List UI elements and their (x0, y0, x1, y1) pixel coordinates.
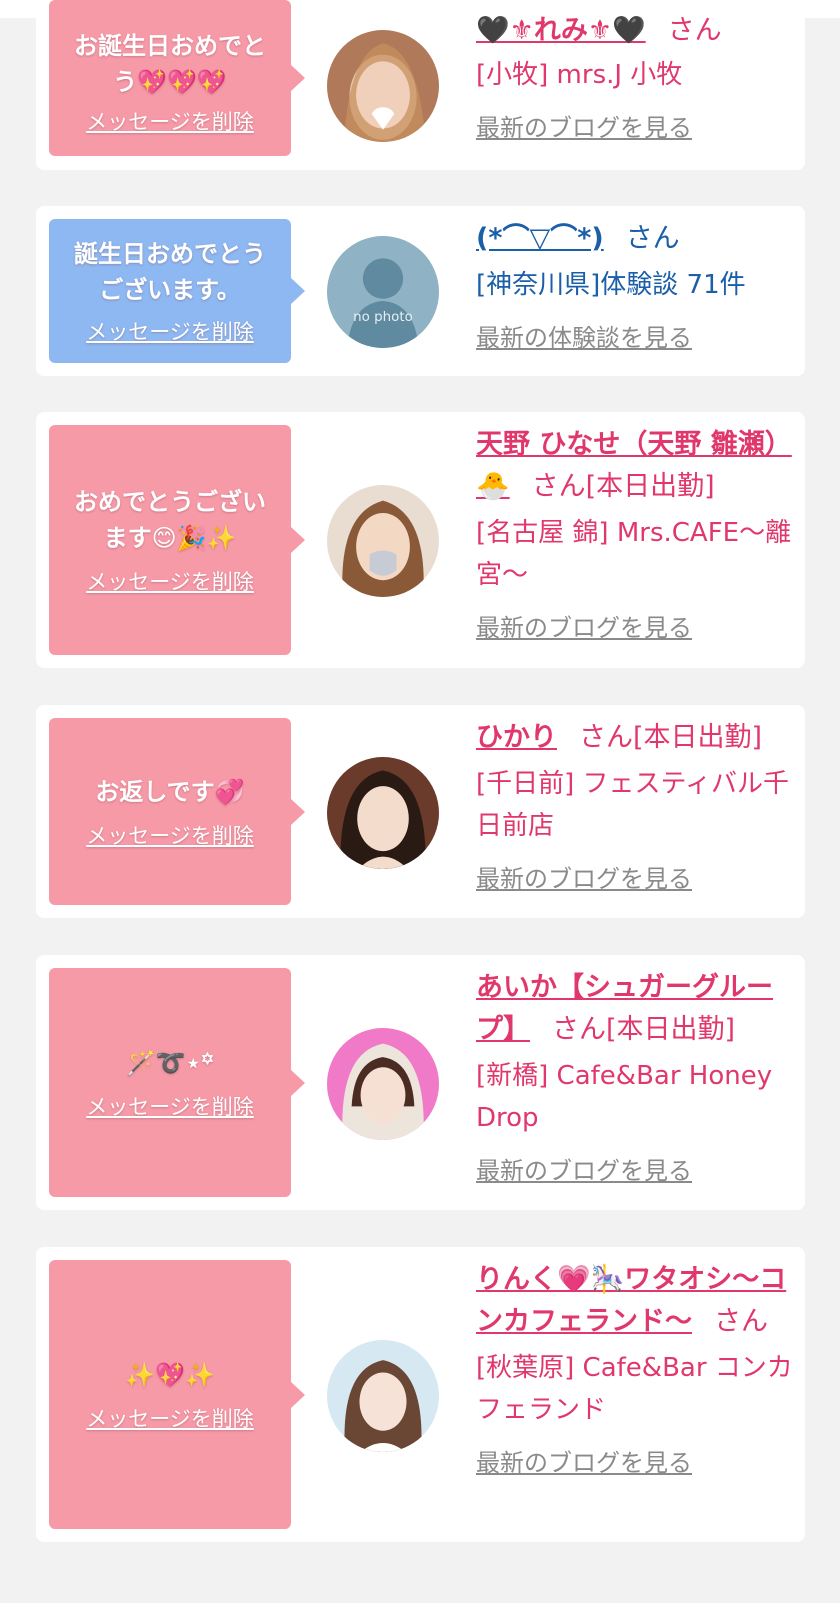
user-info: (*⌒▽⌒*) さん [神奈川県]体験談 71件 最新の体験談を見る (476, 218, 796, 353)
latest-blog-link[interactable]: 最新のブログを見る (476, 1151, 692, 1186)
user-name-line: あいか【シュガーグループ】 さん[本日出勤] (476, 967, 796, 1051)
shop-info: [小牧] mrs.J 小牧 (476, 60, 683, 90)
user-name-line: りんく💗🎠ワタオシ〜コンカフェランド〜 さん (476, 1259, 796, 1343)
user-info: 天野 ひなせ（天野 雛瀬）🐣 さん[本日出勤] [名古屋 錦] Mrs.CAFE〜… (476, 424, 796, 643)
user-name-link[interactable]: ひかり (476, 722, 557, 753)
honorific: さん (714, 1306, 768, 1337)
no-photo-label: no photo (353, 310, 413, 325)
user-name-line: 天野 ひなせ（天野 雛瀬）🐣 さん[本日出勤] (476, 424, 796, 508)
avatar[interactable] (327, 485, 439, 597)
user-name-link[interactable]: 🖤⚜れみ⚜🖤 (476, 15, 646, 46)
shop-info: [千日前] フェスティバル千日前店 (476, 769, 789, 841)
delete-message-link[interactable]: メッセージを削除 (86, 1091, 254, 1121)
message-text: 🪄➰⋆꙳ (126, 1048, 214, 1077)
message-card: ✨💖✨ メッセージを削除 りんく💗🎠ワタオシ〜コンカフェランド〜 さん [秋葉原]… (36, 1247, 805, 1542)
latest-blog-link[interactable]: 最新のブログを見る (476, 608, 692, 643)
shop-info: [名古屋 錦] Mrs.CAFE〜離宮〜 (476, 518, 792, 590)
user-info: 🖤⚜れみ⚜🖤 さん [小牧] mrs.J 小牧 最新のブログを見る (476, 10, 796, 143)
honorific: さん (579, 722, 633, 753)
avatar[interactable] (327, 757, 439, 869)
user-name-link[interactable]: (*⌒▽⌒*) (476, 223, 604, 254)
delete-message-link[interactable]: メッセージを削除 (86, 106, 254, 136)
user-name-line: ひかり さん[本日出勤] (476, 717, 796, 759)
shop-info: [新橋] Cafe&Bar Honey Drop (476, 1061, 773, 1133)
message-text: お誕生日おめでとう💖💖💖 (74, 32, 266, 96)
today-badge: [本日出勤] (633, 722, 763, 753)
avatar[interactable] (327, 1028, 439, 1140)
message-text: 誕生日おめでとうございます。 (74, 240, 266, 304)
message-card: お誕生日おめでとう💖💖💖 メッセージを削除 🖤⚜れみ⚜🖤 さん [小牧] mrs.… (36, 0, 805, 170)
message-bubble: おめでとうございます😊🎉✨ メッセージを削除 (49, 425, 305, 655)
avatar[interactable] (327, 30, 439, 142)
delete-message-link[interactable]: メッセージを削除 (86, 566, 254, 596)
message-text: おめでとうございます😊🎉✨ (74, 488, 266, 552)
today-badge: [本日出勤] (606, 1014, 736, 1045)
latest-experience-link[interactable]: 最新の体験談を見る (476, 318, 692, 353)
delete-message-link[interactable]: メッセージを削除 (86, 1403, 254, 1433)
message-bubble: 🪄➰⋆꙳ メッセージを削除 (49, 968, 305, 1197)
honorific: さん (667, 15, 722, 46)
latest-blog-link[interactable]: 最新のブログを見る (476, 1443, 692, 1478)
latest-blog-link[interactable]: 最新のブログを見る (476, 859, 692, 894)
honorific: さん (625, 223, 680, 254)
message-bubble: ✨💖✨ メッセージを削除 (49, 1260, 305, 1529)
message-text: ✨💖✨ (125, 1360, 215, 1389)
honorific: さん (552, 1014, 606, 1045)
user-name-line: 🖤⚜れみ⚜🖤 さん (476, 10, 796, 52)
message-bubble: 誕生日おめでとうございます。 メッセージを削除 (49, 219, 305, 363)
user-info: ひかり さん[本日出勤] [千日前] フェスティバル千日前店 最新のブログを見る (476, 717, 796, 894)
latest-blog-link[interactable]: 最新のブログを見る (476, 108, 692, 143)
shop-info: [秋葉原] Cafe&Bar コンカフェランド (476, 1353, 793, 1425)
delete-message-link[interactable]: メッセージを削除 (86, 820, 254, 850)
message-text: お返しです💞 (95, 777, 245, 806)
today-badge: [本日出勤] (585, 471, 715, 502)
shop-info: [神奈川県]体験談 71件 (476, 270, 746, 300)
message-bubble: お誕生日おめでとう💖💖💖 メッセージを削除 (49, 0, 305, 156)
avatar[interactable] (327, 1340, 439, 1452)
message-card: おめでとうございます😊🎉✨ メッセージを削除 天野 ひなせ（天野 雛瀬）🐣 さん[… (36, 412, 805, 668)
honorific: さん (531, 471, 586, 502)
user-info: あいか【シュガーグループ】 さん[本日出勤] [新橋] Cafe&Bar Hone… (476, 967, 796, 1186)
message-card: 🪄➰⋆꙳ メッセージを削除 あいか【シュガーグループ】 さん[本日出勤] [新橋]… (36, 955, 805, 1210)
delete-message-link[interactable]: メッセージを削除 (86, 316, 254, 346)
message-card: 誕生日おめでとうございます。 メッセージを削除 no photo (*⌒▽⌒*)… (36, 206, 805, 376)
message-bubble: お返しです💞 メッセージを削除 (49, 718, 305, 905)
avatar[interactable]: no photo (327, 236, 439, 348)
user-info: りんく💗🎠ワタオシ〜コンカフェランド〜 さん [秋葉原] Cafe&Bar コンカ… (476, 1259, 796, 1478)
message-card: お返しです💞 メッセージを削除 ひかり さん[本日出勤] [千日前] フェスティバ… (36, 705, 805, 918)
user-name-line: (*⌒▽⌒*) さん (476, 218, 796, 260)
